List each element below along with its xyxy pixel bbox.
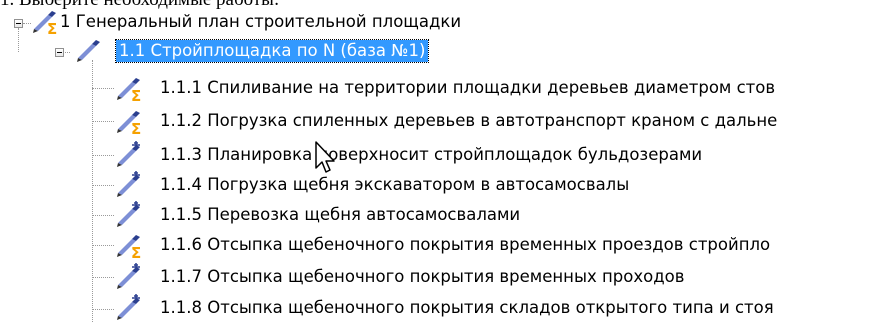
tree-item[interactable]: 1.1.7 Отсыпка щебеночного покрытия време… (0, 263, 880, 291)
pencil-sum-icon: Σ (114, 74, 146, 105)
pencil-work-icon (114, 141, 146, 169)
svg-text:Σ: Σ (47, 20, 57, 35)
tree-item-label: 1.1.5 Перевозка щебня автосамосвалами (160, 205, 521, 224)
tree-item[interactable]: Σ 1.1.6 Отсыпка щебеночного покрытия вре… (0, 231, 880, 262)
tree-item[interactable]: 1.1.3 Планировка поверхносит стройплощад… (0, 141, 880, 169)
svg-text:Σ: Σ (131, 120, 141, 135)
tree-item[interactable]: Σ 1.1.1 Спиливание на территории площадк… (0, 74, 880, 105)
tree-node-label-selected: 1.1 Стройплощадка по N (база №1) (114, 39, 430, 63)
tree-item-label: 1.1.6 Отсыпка щебеночного покрытия време… (160, 235, 771, 254)
tree-item-label: 1.1.4 Погрузка щебня экскаватором в авто… (160, 175, 630, 194)
tree-item-label: 1.1.3 Планировка поверхносит стройплощад… (160, 145, 703, 164)
svg-text:Σ: Σ (131, 87, 141, 102)
pencil-work-icon (114, 201, 146, 229)
pencil-sum-icon: Σ (114, 231, 146, 262)
svg-text:Σ: Σ (131, 244, 141, 259)
collapse-toggle[interactable] (14, 19, 23, 28)
tree-item[interactable]: 1.1.8 Отсыпка щебеночного покрытия склад… (0, 294, 880, 322)
collapse-toggle[interactable] (55, 48, 64, 57)
pencil-work-icon (114, 294, 146, 322)
tree-node-label: 1 Генеральный план строительной площадки (60, 12, 462, 31)
pencil-sum-icon: Σ (114, 107, 146, 138)
tree-item[interactable]: 1.1.4 Погрузка щебня экскаватором в авто… (0, 171, 880, 199)
tree-item-label: 1.1.8 Отсыпка щебеночного покрытия склад… (160, 298, 774, 317)
pencil-work-icon (114, 171, 146, 199)
tree-item-label: 1.1.1 Спиливание на территории площадки … (160, 78, 776, 97)
tree-node-group[interactable]: 1.1 Стройплощадка по N (база №1) (0, 38, 880, 66)
pencil-sum-icon: Σ (30, 7, 62, 38)
tree-item[interactable]: 1.1.5 Перевозка щебня автосамосвалами (0, 201, 880, 229)
tree-item-label: 1.1.2 Погрузка спиленных деревьев в авто… (160, 111, 778, 130)
tree-node-root[interactable]: Σ 1 Генеральный план строительной площад… (0, 7, 880, 38)
mouse-cursor-icon (313, 140, 339, 176)
tree-item[interactable]: Σ 1.1.2 Погрузка спиленных деревьев в ав… (0, 107, 880, 138)
work-tree[interactable]: Σ 1 Генеральный план строительной площад… (0, 0, 880, 322)
tree-item-label: 1.1.7 Отсыпка щебеночного покрытия време… (160, 267, 685, 286)
pencil-icon (73, 36, 105, 64)
pencil-work-icon (114, 263, 146, 291)
